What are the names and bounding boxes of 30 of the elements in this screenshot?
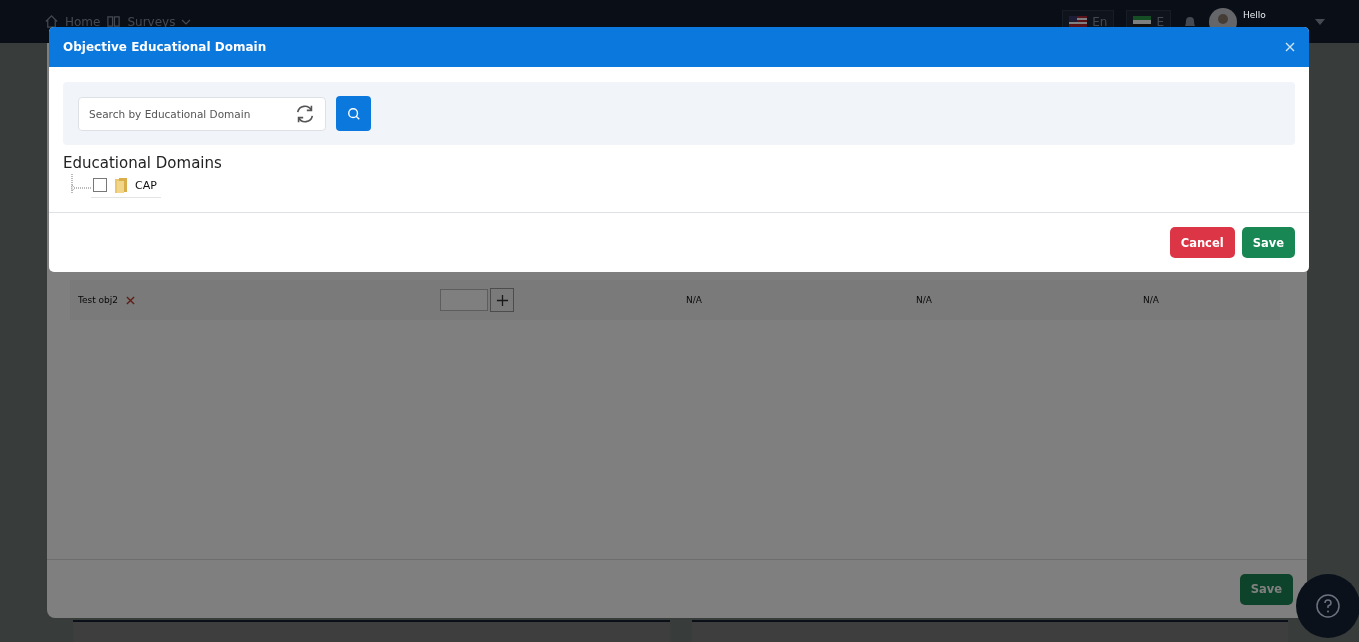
surveys-menu[interactable]: Surveys xyxy=(127,14,176,29)
save-button[interactable]: Save xyxy=(1239,573,1293,605)
help-icon xyxy=(1316,594,1340,618)
value-input[interactable] xyxy=(440,289,488,311)
table-cell-text: N/A xyxy=(915,295,933,305)
home-link[interactable]: Home xyxy=(65,14,101,29)
cancel-button[interactable]: Cancel xyxy=(1169,227,1235,258)
checkbox[interactable] xyxy=(93,178,107,192)
search-icon xyxy=(346,106,361,121)
search-button[interactable] xyxy=(336,96,371,131)
home-icon xyxy=(44,14,59,29)
flag-icon xyxy=(1133,15,1152,28)
table-cell-text: N/A xyxy=(1142,295,1160,305)
plus-icon xyxy=(495,293,509,307)
section-heading: Educational Domains xyxy=(63,154,223,172)
table-cell-text: N/A xyxy=(685,295,703,305)
close-icon[interactable] xyxy=(1285,42,1295,52)
chevron-down-icon xyxy=(181,18,192,25)
dialog-title: Objective Educational Domain xyxy=(63,40,267,54)
greeting-text: Hello xyxy=(1243,9,1267,20)
tree-item-label[interactable]: CAP xyxy=(135,178,157,192)
objective-name: Test obj2 xyxy=(78,295,119,305)
add-button[interactable] xyxy=(490,288,514,312)
save-button[interactable]: Save xyxy=(1241,227,1295,258)
folder-icon xyxy=(113,176,129,194)
refresh-icon[interactable] xyxy=(294,102,316,125)
book-icon xyxy=(106,14,122,29)
flag-icon xyxy=(1069,15,1088,28)
remove-icon[interactable] xyxy=(126,295,136,305)
search-field[interactable]: Search by Educational Domain xyxy=(78,96,326,131)
